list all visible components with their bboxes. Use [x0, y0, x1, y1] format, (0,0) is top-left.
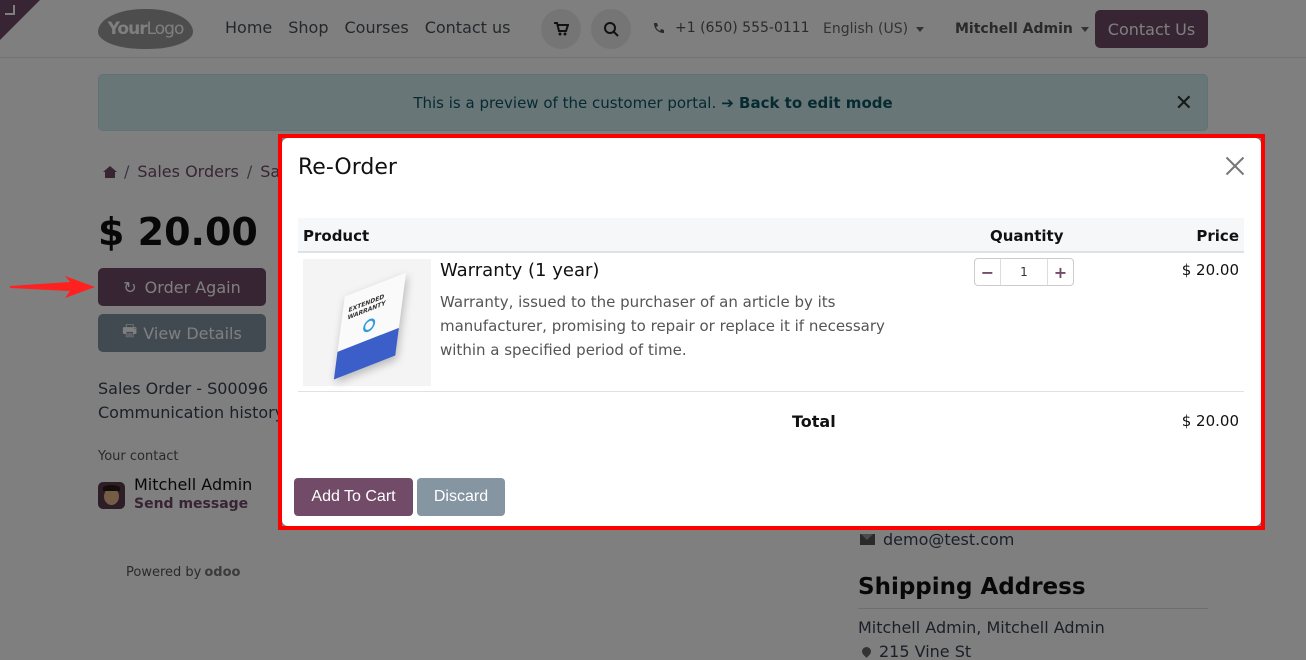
reorder-modal: Re-Order Product Quantity Price EXTENDED… [282, 138, 1261, 526]
column-price: Price [1196, 227, 1239, 245]
column-quantity: Quantity [990, 227, 1064, 245]
product-image: EXTENDED WARRANTY [303, 259, 431, 386]
image-label: EXTENDED WARRANTY [347, 293, 386, 322]
add-to-cart-button[interactable]: Add To Cart [294, 478, 413, 516]
discard-button[interactable]: Discard [417, 478, 505, 516]
increase-quantity-button[interactable]: + [1047, 259, 1073, 285]
annotation-arrow-icon [10, 276, 95, 298]
column-product: Product [303, 227, 370, 245]
badge-icon [362, 316, 376, 335]
plus-icon: + [1053, 262, 1068, 282]
minus-icon: − [980, 262, 995, 282]
table-header: Product Quantity Price [298, 218, 1244, 253]
total-label: Total [792, 412, 836, 431]
product-description: Warranty, issued to the purchaser of an … [440, 293, 885, 359]
row-divider [298, 391, 1244, 392]
modal-title: Re-Order [298, 155, 397, 180]
close-icon[interactable] [1225, 156, 1245, 176]
quantity-input[interactable] [1001, 259, 1047, 285]
total-value: $ 20.00 [1181, 412, 1239, 430]
warranty-box-illustration: EXTENDED WARRANTY [333, 272, 407, 380]
product-name: Warranty (1 year) [440, 260, 600, 281]
line-price: $ 20.00 [1181, 261, 1239, 279]
box-stripe [333, 327, 399, 380]
quantity-stepper: − + [974, 258, 1074, 286]
decrease-quantity-button[interactable]: − [975, 259, 1001, 285]
